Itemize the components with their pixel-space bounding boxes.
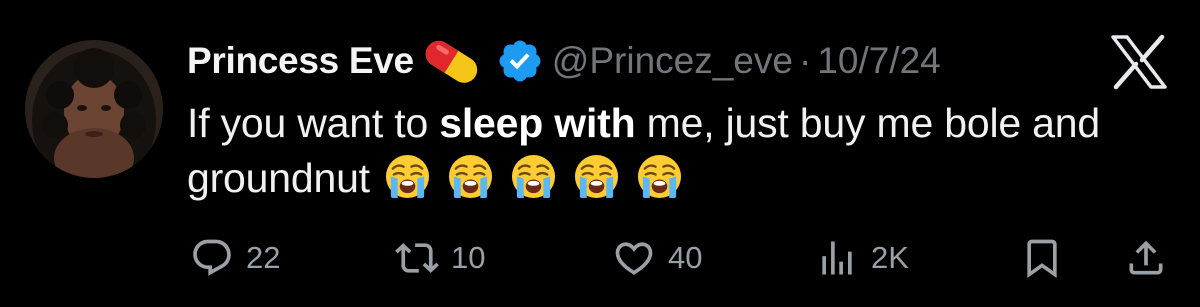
author-name[interactable]: Princess Eve (187, 40, 414, 82)
reply-count: 22 (246, 240, 281, 275)
bookmark-icon (1027, 239, 1057, 279)
like-count: 40 (668, 240, 703, 275)
tweet-header: Princess Eve @Princez_eve · 10/7/24 (187, 30, 941, 92)
loudly-crying-face-emoji (510, 153, 557, 200)
tweet-text: If you want to sleep with me, just buy m… (187, 96, 1177, 206)
views-icon (822, 241, 852, 275)
bookmark-button[interactable] (1020, 233, 1064, 283)
avatar[interactable] (25, 40, 163, 178)
verified-badge-icon[interactable] (496, 37, 544, 85)
emoji-row (370, 153, 683, 201)
repost-count: 10 (451, 240, 486, 275)
separator-dot: · (798, 40, 812, 81)
heart-icon (615, 242, 653, 275)
tweet-text-bold: sleep with (439, 100, 636, 146)
author-handle[interactable]: @Princez_eve (552, 40, 793, 82)
views-button[interactable]: 2K (815, 233, 909, 283)
reply-button[interactable]: 22 (190, 233, 280, 283)
loudly-crying-face-emoji (447, 153, 494, 200)
like-button[interactable]: 40 (612, 233, 702, 283)
pill-icon (418, 33, 486, 89)
tweet-date[interactable]: 10/7/24 (817, 40, 940, 82)
loudly-crying-face-emoji (636, 153, 683, 200)
loudly-crying-face-emoji (573, 153, 620, 200)
repost-button[interactable]: 10 (395, 233, 485, 283)
repost-icon (395, 243, 439, 273)
loudly-crying-face-emoji (384, 153, 431, 200)
x-logo-icon (1109, 34, 1169, 90)
share-button[interactable] (1124, 233, 1168, 283)
reply-icon (193, 239, 231, 276)
views-count: 2K (871, 240, 909, 275)
share-icon (1129, 240, 1163, 275)
tweet-text-before: If you want to (187, 100, 440, 146)
